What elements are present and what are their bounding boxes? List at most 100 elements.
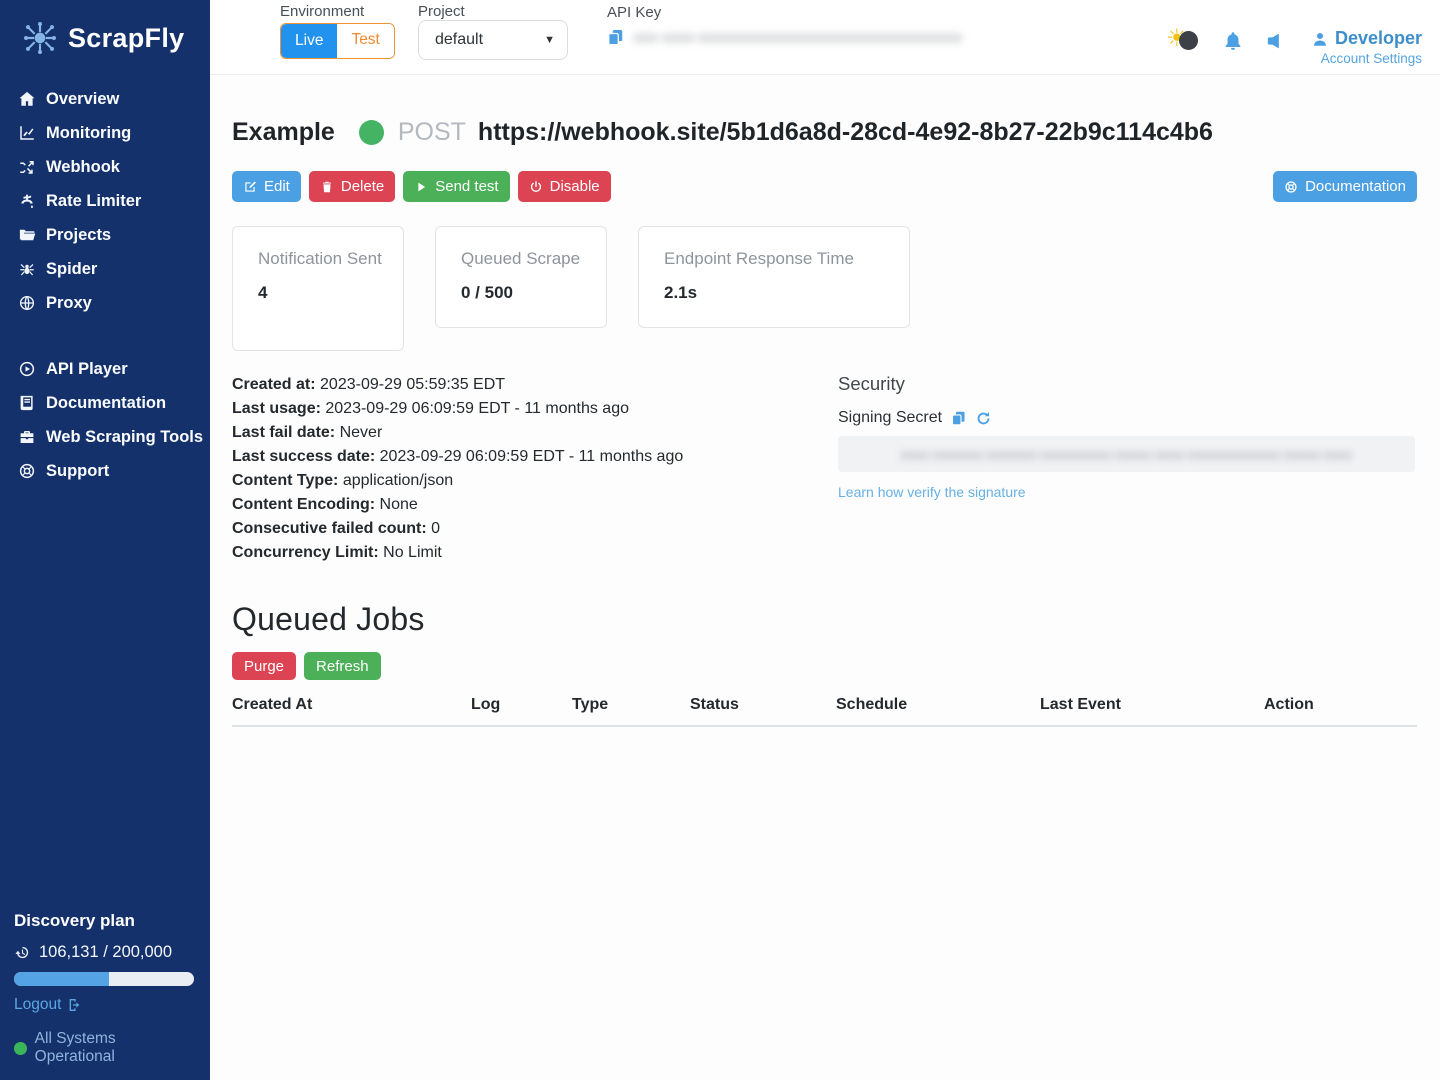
logout-link[interactable]: Logout	[14, 996, 196, 1014]
sidebar-nav: Overview Monitoring Webhook Rate Limiter…	[0, 72, 210, 488]
pen-square-icon	[243, 180, 257, 194]
book-icon	[18, 394, 36, 412]
plan-panel: Discovery plan 106,131 / 200,000 Logout …	[14, 911, 196, 1066]
detail-value: Never	[340, 424, 383, 441]
sidebar-item-web-scraping-tools[interactable]: Web Scraping Tools	[18, 420, 210, 454]
faucet-icon	[18, 192, 36, 210]
shuffle-icon	[18, 158, 36, 176]
sidebar-item-label: Proxy	[46, 294, 92, 313]
sidebar-item-documentation[interactable]: Documentation	[18, 386, 210, 420]
environment-test-button[interactable]: Test	[337, 24, 393, 58]
column-header-last-event: Last Event	[1040, 696, 1264, 714]
stat-title: Queued Scrape	[461, 248, 590, 269]
environment-live-button[interactable]: Live	[281, 24, 337, 58]
sidebar-item-label: API Player	[46, 360, 128, 379]
detail-row: Concurrency Limit: No Limit	[232, 541, 838, 565]
webhook-actions-row: Edit Delete Send test Disable Documentat…	[232, 171, 1417, 202]
signing-secret-box: xxxx-xxxxxxx-xxxxxxx-xxxxxxxxxx-xxxxx-xx…	[838, 436, 1415, 472]
sidebar-item-api-player[interactable]: API Player	[18, 352, 210, 386]
edit-button[interactable]: Edit	[232, 171, 301, 202]
sidebar-item-support[interactable]: Support	[18, 454, 210, 488]
queued-jobs-actions: Purge Refresh	[232, 652, 1417, 680]
sidebar-item-webhook[interactable]: Webhook	[18, 150, 210, 184]
topbar-icons: ☀	[1166, 28, 1288, 54]
signing-secret-label: Signing Secret	[838, 409, 942, 427]
info-section: Created at: 2023-09-29 05:59:35 EDT Last…	[232, 373, 1417, 565]
system-status[interactable]: All Systems Operational	[14, 1030, 196, 1066]
sidebar-item-spider[interactable]: Spider	[18, 252, 210, 286]
toolbox-icon	[18, 428, 36, 446]
stat-card-notification-sent: Notification Sent 4	[232, 226, 404, 351]
sidebar-item-label: Rate Limiter	[46, 192, 141, 211]
play-circle-icon	[18, 360, 36, 378]
sidebar-item-monitoring[interactable]: Monitoring	[18, 116, 210, 150]
api-key-label: API Key	[607, 4, 661, 21]
copy-icon[interactable]	[950, 410, 967, 427]
stat-value: 2.1s	[664, 283, 893, 303]
refresh-button-label: Refresh	[316, 658, 369, 675]
api-key-row: xxx-xxxx-xxxxxxxxxxxxxxxxxxxxxxxxxxxxxxx…	[606, 28, 962, 47]
power-icon	[529, 180, 543, 194]
megaphone-icon[interactable]	[1266, 30, 1288, 52]
detail-row: Created at: 2023-09-29 05:59:35 EDT	[232, 373, 838, 397]
chart-icon	[18, 124, 36, 142]
documentation-button[interactable]: Documentation	[1273, 171, 1417, 202]
detail-label: Created at:	[232, 376, 316, 393]
api-key-masked-value: xxx-xxxx-xxxxxxxxxxxxxxxxxxxxxxxxxxxxxxx…	[634, 30, 962, 46]
refresh-button[interactable]: Refresh	[304, 652, 381, 680]
detail-row: Last usage: 2023-09-29 06:09:59 EDT - 11…	[232, 397, 838, 421]
trash-icon	[320, 180, 334, 194]
delete-button[interactable]: Delete	[309, 171, 395, 202]
send-test-button-label: Send test	[435, 178, 498, 195]
purge-button[interactable]: Purge	[232, 652, 296, 680]
topbar: Environment Live Test Project default ▼ …	[210, 0, 1440, 75]
nav-divider-gap	[18, 320, 210, 352]
copy-icon[interactable]	[606, 28, 625, 47]
column-header-status: Status	[690, 696, 836, 714]
project-select[interactable]: default ▼	[418, 20, 568, 60]
system-status-label: All Systems Operational	[35, 1030, 196, 1066]
account-settings-link[interactable]: Account Settings	[1311, 51, 1422, 66]
purge-button-label: Purge	[244, 658, 284, 675]
logout-label: Logout	[14, 996, 61, 1014]
detail-label: Last success date:	[232, 448, 375, 465]
disable-button[interactable]: Disable	[518, 171, 611, 202]
detail-label: Last fail date:	[232, 424, 335, 441]
sidebar-item-label: Projects	[46, 226, 111, 245]
sidebar-item-proxy[interactable]: Proxy	[18, 286, 210, 320]
stat-card-endpoint-response-time: Endpoint Response Time 2.1s	[638, 226, 910, 328]
column-header-log: Log	[471, 696, 572, 714]
sidebar-item-label: Monitoring	[46, 124, 131, 143]
detail-row: Content Type: application/json	[232, 469, 838, 493]
stats-row: Notification Sent 4 Queued Scrape 0 / 50…	[232, 226, 1417, 351]
bell-icon[interactable]	[1222, 30, 1244, 52]
life-ring-icon	[18, 462, 36, 480]
detail-value: 2023-09-29 06:09:59 EDT - 11 months ago	[380, 448, 684, 465]
brand-logo[interactable]: ScrapFly	[0, 0, 210, 72]
documentation-button-label: Documentation	[1305, 178, 1406, 195]
table-header-row: Created At Log Type Status Schedule Last…	[232, 696, 1417, 727]
detail-value: 0	[431, 520, 440, 537]
verify-signature-link[interactable]: Learn how verify the signature	[838, 484, 1026, 500]
queued-jobs-table: Created At Log Type Status Schedule Last…	[232, 696, 1417, 727]
detail-label: Content Type:	[232, 472, 338, 489]
user-menu[interactable]: Developer Account Settings	[1311, 28, 1422, 66]
webhook-url: https://webhook.site/5b1d6a8d-28cd-4e92-…	[478, 118, 1213, 147]
sidebar-item-overview[interactable]: Overview	[18, 82, 210, 116]
life-ring-icon	[1284, 180, 1298, 194]
refresh-icon[interactable]	[975, 410, 992, 427]
sidebar-item-projects[interactable]: Projects	[18, 218, 210, 252]
detail-value: application/json	[343, 472, 453, 489]
plan-name: Discovery plan	[14, 911, 196, 931]
stat-value: 4	[258, 283, 387, 303]
security-title: Security	[838, 373, 1417, 395]
detail-row: Last fail date: Never	[232, 421, 838, 445]
globe-icon	[18, 294, 36, 312]
disable-button-label: Disable	[550, 178, 600, 195]
theme-toggle[interactable]: ☀	[1166, 28, 1200, 54]
send-test-button[interactable]: Send test	[403, 171, 509, 202]
user-name: Developer	[1335, 28, 1422, 49]
detail-value: No Limit	[383, 544, 442, 561]
history-icon	[14, 944, 31, 961]
sidebar-item-rate-limiter[interactable]: Rate Limiter	[18, 184, 210, 218]
